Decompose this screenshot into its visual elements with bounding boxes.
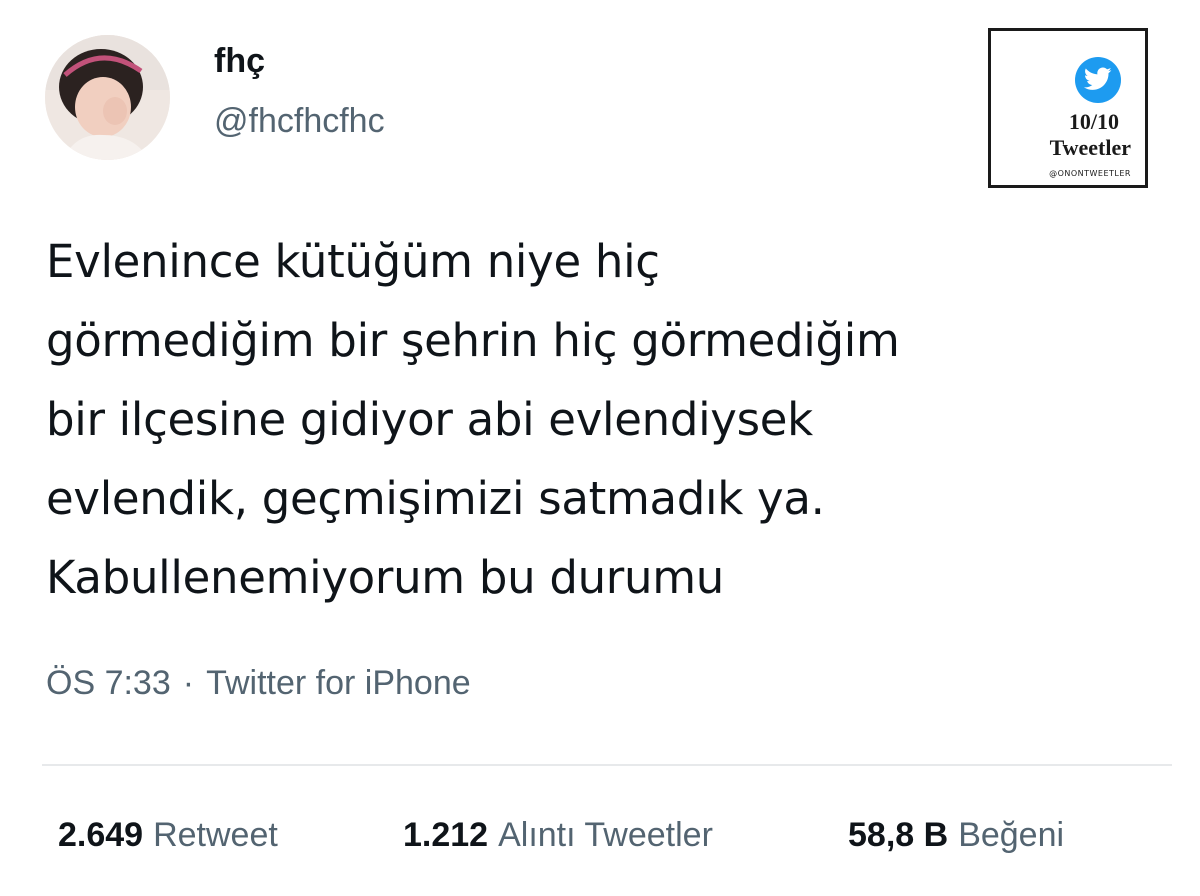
retweet-label: Retweet: [153, 816, 278, 854]
retweet-stat[interactable]: 2.649 Retweet: [58, 818, 278, 852]
tweet-text-line: görmediğim bir şehrin hiç görmediğim: [46, 314, 900, 367]
twitter-bird-icon: [1075, 57, 1121, 103]
tweet-text-line: Kabullenemiyorum bu durumu: [46, 551, 724, 604]
author-handle[interactable]: @fhcfhcfhc: [214, 104, 385, 138]
tweet-text-line: bir ilçesine gidiyor abi evlendiysek: [46, 393, 813, 446]
tweet-source[interactable]: Twitter for iPhone: [206, 664, 471, 702]
likes-label: Beğeni: [958, 816, 1065, 854]
divider: [42, 764, 1172, 766]
likes-count: 58,8 B: [848, 816, 949, 854]
likes-stat[interactable]: 58,8 B Beğeni: [848, 818, 1064, 852]
author-display-name[interactable]: fhç: [214, 44, 265, 78]
score-badge: 10/10 Tweetler @ONONTWEETLER: [988, 28, 1148, 188]
quote-tweets-stat[interactable]: 1.212 Alıntı Tweetler: [403, 818, 713, 852]
tweet-meta: ÖS 7:33 · Twitter for iPhone: [46, 666, 471, 700]
quote-tweets-count: 1.212: [403, 816, 489, 854]
retweet-count: 2.649: [58, 816, 144, 854]
avatar[interactable]: [45, 35, 170, 160]
quote-tweets-label: Alıntı Tweetler: [498, 816, 713, 854]
tweet-timestamp[interactable]: ÖS 7:33: [46, 664, 171, 702]
meta-separator: ·: [182, 664, 195, 702]
badge-score: 10/10: [1068, 109, 1119, 134]
tweet-text: Evlenince kütüğüm niye hiç görmediğim bi…: [46, 222, 1156, 617]
badge-account-handle: @ONONTWEETLER: [1049, 169, 1131, 178]
badge-title: Tweetler: [1049, 135, 1131, 160]
tweet-text-line: Evlenince kütüğüm niye hiç: [46, 235, 660, 288]
tweet-text-line: evlendik, geçmişimizi satmadık ya.: [46, 472, 825, 525]
